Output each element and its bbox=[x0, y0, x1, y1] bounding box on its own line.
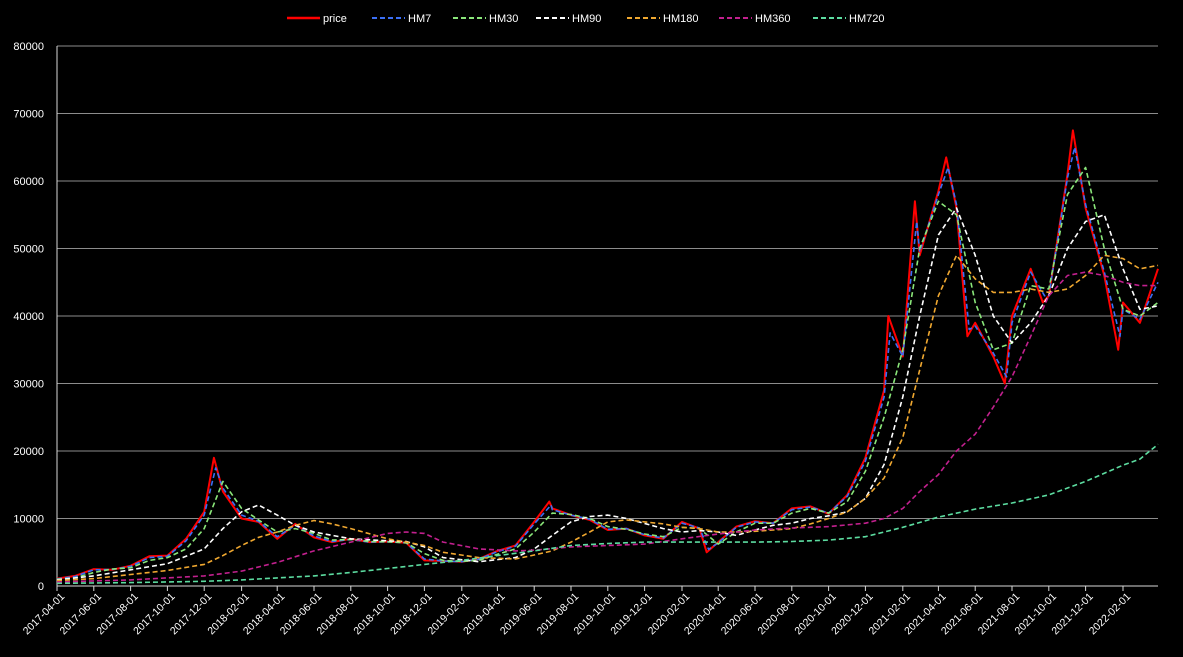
y-tick-label: 20000 bbox=[13, 446, 44, 458]
y-tick-label: 10000 bbox=[13, 514, 44, 526]
legend-label-hm720: HM720 bbox=[849, 13, 884, 25]
chart: price HM7 HM30 HM90 HM180 HM360 HM720 0 10000 20… bbox=[0, 0, 1183, 657]
y-tick-label: 80000 bbox=[13, 41, 44, 53]
legend-label-hm30: HM30 bbox=[489, 13, 518, 25]
y-tick-label: 70000 bbox=[13, 109, 44, 121]
legend-label-hm360: HM360 bbox=[755, 13, 790, 25]
legend-label-hm7: HM7 bbox=[408, 13, 431, 25]
chart-background bbox=[0, 0, 1183, 657]
y-tick-label: 50000 bbox=[13, 244, 44, 256]
y-tick-label: 0 bbox=[38, 581, 44, 593]
legend-label-hm90: HM90 bbox=[572, 13, 601, 25]
y-tick-label: 30000 bbox=[13, 379, 44, 391]
legend-label-price: price bbox=[323, 13, 347, 25]
y-tick-label: 60000 bbox=[13, 176, 44, 188]
legend-label-hm180: HM180 bbox=[663, 13, 698, 25]
y-tick-label: 40000 bbox=[13, 311, 44, 323]
